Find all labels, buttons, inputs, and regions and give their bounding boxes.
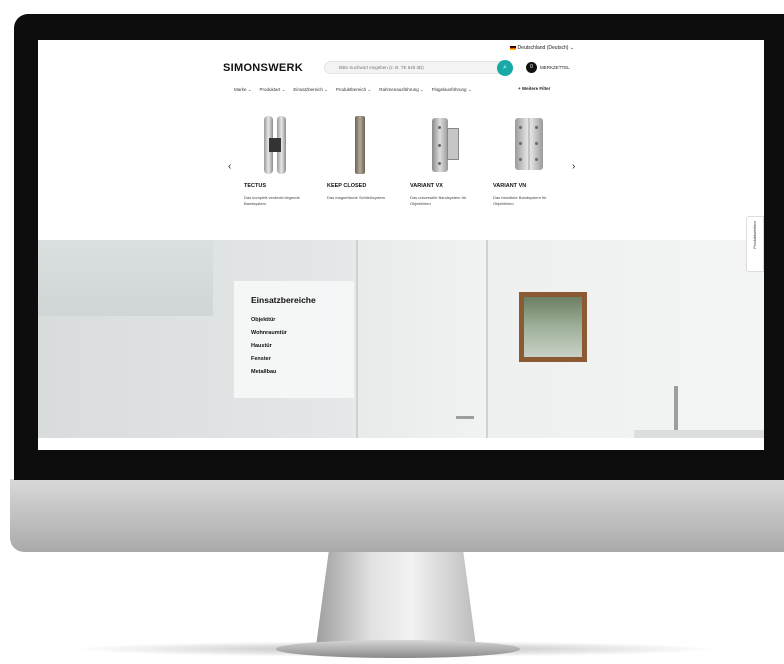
nav-label: Flügelausführung xyxy=(431,87,467,92)
tectus-hinge-image xyxy=(264,116,286,174)
search-input[interactable] xyxy=(324,61,510,74)
produktselektor-label: Produktselektor xyxy=(752,221,757,249)
language-selector[interactable]: Deutschland (Deutsch) ⌄ xyxy=(509,45,574,51)
product-card-variant-vx[interactable]: VARIANT VX Das universelle Bandsystem fü… xyxy=(410,112,480,206)
nav-item-einsatzbereich[interactable]: Einsatzbereich ⌄ xyxy=(293,87,328,93)
hero-window xyxy=(519,292,587,362)
variant-vx-image xyxy=(432,118,460,172)
hero-links: Objekttür Wohnraumtür Haustür Fenster Me… xyxy=(251,314,287,379)
plus-icon: + xyxy=(518,86,521,91)
nav-item-marke[interactable]: Marke ⌄ xyxy=(234,87,252,93)
product-name: KEEP CLOSED xyxy=(327,183,367,189)
nav-label: Produktbereich xyxy=(335,87,367,92)
produktselektor-tab[interactable]: Produktselektor xyxy=(746,216,764,272)
link-fenster[interactable]: Fenster xyxy=(251,353,287,366)
hero-title: Einsatzbereiche xyxy=(251,295,316,305)
hero-sink xyxy=(634,430,764,438)
hero-section: Einsatzbereiche Objekttür Wohnraumtür Ha… xyxy=(38,240,764,438)
merkzettel-label: MERKZETTEL xyxy=(540,65,570,70)
chevron-right-icon: › xyxy=(572,161,576,172)
search-icon: ⌕ xyxy=(503,64,507,71)
product-image xyxy=(493,112,563,176)
keep-closed-image xyxy=(355,116,365,174)
link-wohnraumtuer[interactable]: Wohnraumtür xyxy=(251,327,287,340)
product-image xyxy=(244,112,314,176)
chevron-down-icon: ⌄ xyxy=(569,45,574,51)
product-description: Das komplett verdeckt liegende Bandsyste… xyxy=(244,195,300,206)
link-metallbau[interactable]: Metallbau xyxy=(251,366,287,379)
product-name: TECTUS xyxy=(244,183,266,189)
nav-item-rahmenausfuehrung[interactable]: Rahmenausführung ⌄ xyxy=(379,87,424,93)
nav-label: Rahmenausführung xyxy=(379,87,419,92)
nav-item-produktbereich[interactable]: Produktbereich ⌄ xyxy=(336,87,371,93)
hero-wall xyxy=(38,240,213,316)
monitor-screen: Deutschland (Deutsch) ⌄ SIMONSWERK ⌕ 0ME… xyxy=(38,40,764,450)
merkzettel-button[interactable]: 0 MERKZETTEL xyxy=(526,62,570,74)
hero-door-handle xyxy=(456,416,474,419)
site-logo[interactable]: SIMONSWERK xyxy=(223,62,303,74)
carousel-next-button[interactable]: › xyxy=(572,161,575,172)
link-haustuer[interactable]: Haustür xyxy=(251,340,287,353)
product-card-variant-vn[interactable]: VARIANT VN Das bewährte Bandsystem für O… xyxy=(493,112,563,206)
carousel-prev-button[interactable]: ‹ xyxy=(228,161,231,172)
product-card-keep-closed[interactable]: KEEP CLOSED Das magnetische Schließsyste… xyxy=(327,112,397,200)
more-filters-label: Weitere Filter xyxy=(521,86,551,91)
einsatzbereiche-panel: Einsatzbereiche Objekttür Wohnraumtür Ha… xyxy=(234,281,354,398)
product-card-tectus[interactable]: TECTUS Das komplett verdeckt liegende Ba… xyxy=(244,112,314,206)
product-description: Das universelle Bandsystem für Objekttür… xyxy=(410,195,467,206)
nav-item-fluegelausfuehrung[interactable]: Flügelausführung ⌄ xyxy=(432,87,472,93)
hero-tap xyxy=(674,386,678,430)
variant-vn-image xyxy=(515,118,543,170)
product-description: Das bewährte Bandsystem für Objekttüren xyxy=(493,195,547,206)
link-objekttuer[interactable]: Objekttür xyxy=(251,314,287,327)
more-filters-button[interactable]: + Weitere Filter xyxy=(518,86,550,91)
product-name: VARIANT VN xyxy=(493,183,527,189)
monitor-stand-base xyxy=(276,640,520,658)
nav-item-produktart[interactable]: Produktart ⌄ xyxy=(260,87,286,93)
monitor-chin xyxy=(10,479,784,552)
product-name: VARIANT VX xyxy=(410,183,443,189)
nav-label: Einsatzbereich xyxy=(293,87,323,92)
germany-flag-icon xyxy=(509,45,516,50)
merkzettel-count: 0 xyxy=(526,62,537,74)
monitor-stand xyxy=(316,551,476,646)
language-label: Deutschland (Deutsch) xyxy=(517,45,569,51)
search-button[interactable]: ⌕ xyxy=(497,60,513,76)
product-image xyxy=(410,112,480,176)
nav-label: Produktart xyxy=(259,87,281,92)
hero-door xyxy=(356,240,488,438)
product-image xyxy=(327,112,397,176)
product-description: Das magnetische Schließsystem xyxy=(327,195,386,200)
chevron-left-icon: ‹ xyxy=(228,161,232,172)
nav-label: Marke xyxy=(234,87,247,92)
